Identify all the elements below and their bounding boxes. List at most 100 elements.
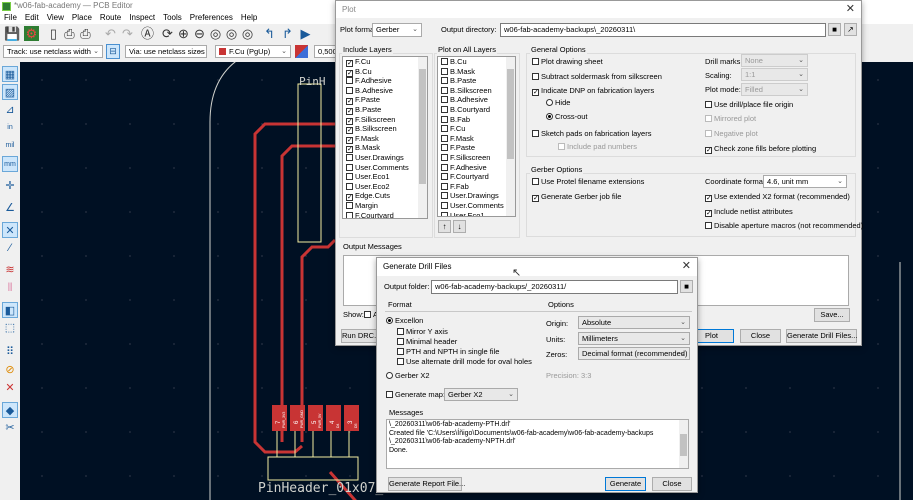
layer-item[interactable]: ✓ F.Mask [343,134,427,144]
layer-item[interactable]: B.Mask [438,67,515,77]
layer-item[interactable]: B.Silkscreen [438,86,515,96]
x2-format-checkbox[interactable]: ✓ Use extended X2 format (recommended) [705,192,850,202]
layer-item[interactable]: ✓ B.Paste [343,105,427,115]
menu-help[interactable]: Help [237,12,261,24]
coordinate-format-select[interactable]: 4.6, unit mm ⌄ [763,175,847,188]
layer-checkbox[interactable] [441,163,448,171]
layer-item[interactable]: F.Adhesive [438,163,515,173]
layer-checkbox[interactable] [441,86,448,94]
grid-overrides-icon[interactable]: ▨ [2,84,18,100]
scrollbar[interactable] [418,57,427,218]
layer-checkbox[interactable] [441,201,448,209]
menu-route[interactable]: Route [96,12,125,24]
layer-checkbox[interactable]: ✓ [346,60,353,67]
disable-aperture-checkbox[interactable]: Disable aperture macros (not recommended… [705,221,863,231]
layer-checkbox[interactable] [441,182,448,190]
layer-checkbox[interactable] [346,201,353,209]
curved-ratsnest-icon[interactable]: ⁄ [2,240,18,256]
layer-checkbox[interactable] [441,192,448,200]
menu-inspect[interactable]: Inspect [125,12,159,24]
move-up-icon[interactable]: ↑ [438,220,451,233]
layer-checkbox[interactable] [346,153,353,161]
general-option-checkbox[interactable]: ✓ Indicate DNP on fabrication layers [532,86,654,96]
include-layers-list[interactable]: ✓ F.Cu ✓ B.Cu F.Adhesive B.Adhesive ✓ F.Paste ✓ B… [342,56,428,219]
mirrored-checkbox[interactable]: Mirrored plot [705,114,756,124]
units-mm-icon[interactable]: mm [2,156,18,172]
layer-checkbox[interactable]: ✓ [346,107,353,115]
via-size-select[interactable]: Via: use netclass sizes ⌄ [125,45,207,58]
close-button[interactable]: Close [740,329,781,343]
zoom-objects-icon[interactable]: ◎ [224,26,239,41]
layer-checkbox[interactable] [346,182,353,190]
layer-item[interactable]: F.Cu [438,124,515,134]
layer-item[interactable]: ✓ F.Silkscreen [343,115,427,125]
layer-item[interactable]: ✓ Edge.Cuts [343,191,427,202]
net-highlight-icon[interactable]: ⫴ [2,280,18,296]
layer-item[interactable]: F.Courtyard [343,211,427,218]
origin-select[interactable]: Absolute ⌄ [578,316,690,329]
pth-npth-single-checkbox[interactable]: PTH and NPTH in single file [397,347,499,357]
alt-drill-mode-checkbox[interactable]: Use alternate drill mode for oval holes [397,357,532,367]
grid-toggle-icon[interactable]: ▦ [2,66,18,82]
undo-icon[interactable]: ↶ [103,26,118,41]
close-icon[interactable]: ✕ [682,258,691,275]
netlist-attributes-checkbox[interactable]: ✓ Include netlist attributes [705,207,793,217]
layer-checkbox[interactable] [346,173,353,181]
ratsnest-icon[interactable]: ✕ [2,222,18,238]
layer-item[interactable]: B.Paste [438,76,515,86]
layer-item[interactable]: User.Eco2 [343,182,427,192]
board-setup-icon[interactable]: ⚙ [24,26,39,41]
generate-report-button[interactable]: Generate Report File... [388,477,465,491]
check-zone-fills-checkbox[interactable]: ✓ Check zone fills before plotting [705,144,816,154]
via-outline-icon[interactable]: ⊘ [2,362,18,378]
messages-box[interactable]: \_20260311\w06-fab-academy-PTH.drl' Creat… [386,419,689,469]
rotate-cw-icon[interactable]: ↱ [280,26,295,41]
layer-item[interactable]: F.Silkscreen [438,153,515,163]
angle-icon[interactable]: ∠ [2,200,18,216]
menu-preferences[interactable]: Preferences [186,12,237,24]
layer-checkbox[interactable] [441,115,448,123]
properties-icon[interactable]: ✂ [2,420,18,436]
layer-checkbox[interactable] [441,96,448,104]
zoom-in-icon[interactable]: ⊕ [176,26,191,41]
layer-item[interactable]: ✓ B.Mask [343,143,427,154]
gerber-job-checkbox[interactable]: ✓ Generate Gerber job file [532,192,621,202]
redo-icon[interactable]: ↷ [120,26,135,41]
layer-item[interactable]: B.Fab [438,115,515,125]
protel-ext-checkbox[interactable]: Use Protel filename extensions [532,177,644,187]
output-directory-input[interactable]: w06-fab-academy-backups\_20260311\ [500,23,826,37]
pad-outline-icon[interactable]: ⠿ [2,344,18,360]
auto-width-icon[interactable]: ⊟ [106,44,120,59]
layer-checkbox[interactable] [441,125,448,133]
zoom-fit-icon[interactable]: ◎ [208,26,223,41]
dnp-crossout-radio[interactable]: Cross-out [546,112,588,122]
menu-place[interactable]: Place [68,12,96,24]
close-button[interactable]: Close [652,477,692,491]
use-origin-checkbox[interactable]: Use drill/place file origin [705,100,793,110]
layer-checkbox[interactable] [346,211,353,218]
scrollbar[interactable] [679,420,688,468]
track-outline-icon[interactable]: ✕ [2,380,18,396]
layer-item[interactable]: ✓ B.Cu [343,67,427,77]
layer-checkbox[interactable] [441,173,448,181]
layer-item[interactable]: B.Cu [438,57,515,67]
layer-checkbox[interactable] [441,105,448,113]
layer-select[interactable]: F.Cu (PgUp) ⌄ [215,45,291,58]
layer-checkbox[interactable] [346,86,353,94]
close-icon[interactable]: ✕ [846,1,855,18]
units-inch-icon[interactable]: in [2,120,18,136]
sketch-pads-checkbox[interactable]: Sketch pads on fabrication layers [532,129,651,139]
menu-edit[interactable]: Edit [21,12,43,24]
find-icon[interactable]: Ⓐ [140,26,155,41]
save-icon[interactable]: 💾 [4,26,20,41]
zone-fill-icon[interactable]: ◧ [2,302,18,318]
move-down-icon[interactable]: ↓ [453,220,466,233]
zoom-out-icon[interactable]: ⊖ [192,26,207,41]
layer-item[interactable]: User.Drawings [438,191,515,201]
layer-item[interactable]: ✓ F.Cu [343,57,427,67]
layer-checkbox[interactable] [441,67,448,75]
zoom-selection-icon[interactable]: ◎ [240,26,255,41]
layer-item[interactable]: B.Adhesive [343,86,427,96]
rotate-ccw-icon[interactable]: ↰ [262,26,277,41]
polar-coords-icon[interactable]: ⊿ [2,102,18,118]
